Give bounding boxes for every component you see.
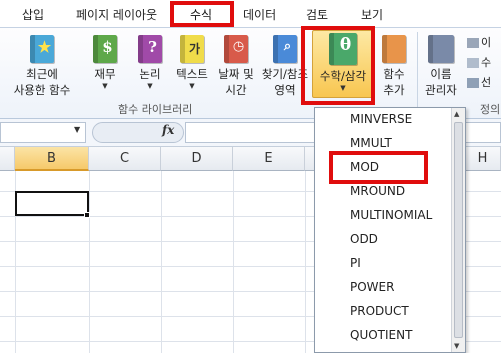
date-time-button[interactable]: ◷ 날짜 및 시간 — [214, 30, 258, 98]
logical-label: 논리 — [139, 67, 161, 81]
defined-names-group-label: 정의 — [480, 103, 501, 116]
create-from-selection-button[interactable]: 선 — [467, 74, 491, 90]
tab-insert[interactable]: 삽입 — [22, 6, 44, 23]
menu-item-pi[interactable]: PI — [350, 256, 361, 270]
book-star-icon: ★ — [30, 35, 54, 63]
menu-item-mmult[interactable]: MMULT — [350, 136, 392, 150]
menu-item-odd[interactable]: ODD — [350, 232, 378, 246]
menu-item-quotient[interactable]: QUOTIENT — [350, 328, 412, 342]
ribbon-tab-bar: 삽입 페이지 레이아웃 수식 데이터 검토 보기 — [0, 0, 501, 27]
math-trig-dropdown: MINVERSE MMULT MOD MROUND MULTINOMIAL OD… — [314, 107, 466, 353]
scroll-up-icon[interactable]: ▲ — [454, 110, 459, 118]
text-label: 텍스트 — [176, 67, 208, 81]
menu-item-mround[interactable]: MROUND — [350, 184, 405, 198]
insert-function-icon[interactable]: fx — [162, 123, 174, 137]
scroll-down-icon[interactable]: ▼ — [454, 342, 459, 350]
formula-icon — [467, 58, 479, 68]
recent-functions-label: 최근에 — [26, 67, 58, 81]
column-header-c[interactable]: C — [89, 147, 161, 171]
text-button[interactable]: 가 텍스트 ▼ — [172, 30, 212, 91]
ribbon-panel: ★ 최근에 사용한 함수 $ 재무 ▼ ? 논리 ▼ 가 텍스트 ▼ ◷ 날짜 … — [0, 27, 501, 119]
column-header-b[interactable]: B — [15, 147, 89, 171]
tab-view[interactable]: 보기 — [361, 6, 383, 23]
recent-functions-label2: 사용한 함수 — [13, 83, 71, 97]
logical-button[interactable]: ? 논리 ▼ — [130, 30, 170, 91]
menu-item-power[interactable]: POWER — [350, 280, 394, 294]
use-in-formula-label: 수 — [481, 56, 492, 69]
use-in-formula-button[interactable]: 수 — [467, 54, 491, 70]
recent-functions-button[interactable]: ★ 최근에 사용한 함수 — [8, 30, 76, 98]
selection-icon — [467, 78, 479, 88]
grid-line — [89, 171, 90, 353]
menu-item-minverse[interactable]: MINVERSE — [350, 112, 412, 126]
book-finance-icon: $ — [93, 35, 117, 63]
define-name-button[interactable]: 이 — [467, 34, 491, 50]
more-functions-label: 함수 — [383, 67, 405, 81]
define-name-icon — [467, 38, 479, 48]
select-all-corner[interactable] — [0, 147, 15, 171]
chevron-down-icon: ▼ — [189, 82, 195, 90]
menu-item-product[interactable]: PRODUCT — [350, 304, 409, 318]
book-more-icon — [382, 35, 406, 63]
create-from-selection-label: 선 — [481, 76, 492, 89]
tab-page-layout[interactable]: 페이지 레이아웃 — [76, 6, 157, 23]
book-datetime-icon: ◷ — [224, 35, 248, 63]
define-name-label: 이 — [481, 36, 492, 49]
scroll-thumb[interactable] — [454, 122, 463, 338]
chevron-down-icon[interactable]: ▼ — [74, 125, 80, 134]
column-header-d[interactable]: D — [161, 147, 233, 171]
book-text-icon: 가 — [180, 35, 204, 63]
date-time-label2: 시간 — [225, 83, 247, 97]
name-manager-icon — [428, 35, 454, 63]
grid-line — [233, 171, 234, 353]
tab-review[interactable]: 검토 — [306, 6, 328, 23]
financial-button[interactable]: $ 재무 ▼ — [85, 30, 125, 91]
financial-label: 재무 — [94, 67, 116, 81]
formulas-tab-highlight — [170, 1, 234, 27]
tab-data[interactable]: 데이터 — [243, 6, 276, 23]
name-manager-label2: 관리자 — [425, 83, 457, 97]
fill-handle[interactable] — [84, 212, 90, 218]
grid-line — [305, 171, 306, 353]
date-time-label: 날짜 및 — [218, 67, 254, 81]
name-manager-button[interactable]: 이름 관리자 — [418, 30, 464, 98]
active-cell[interactable] — [15, 191, 89, 216]
dropdown-scrollbar[interactable]: ▲ ▼ — [451, 108, 465, 352]
chevron-down-icon: ▼ — [147, 82, 153, 90]
book-logic-icon: ? — [138, 35, 162, 63]
menu-item-multinomial[interactable]: MULTINOMIAL — [350, 208, 432, 222]
mod-highlight-box — [329, 151, 428, 184]
chevron-down-icon: ▼ — [102, 82, 108, 90]
book-lookup-icon: ⌕ — [273, 35, 297, 63]
more-functions-label2: 추가 — [383, 83, 405, 97]
function-library-group-label: 함수 라이브러리 — [118, 103, 193, 116]
column-header-h[interactable]: H — [465, 147, 501, 171]
name-manager-label: 이름 — [430, 67, 452, 81]
grid-line — [161, 171, 162, 353]
more-functions-button[interactable]: 함수 추가 — [376, 30, 412, 98]
math-trig-highlight-box — [301, 26, 375, 105]
column-header-e[interactable]: E — [233, 147, 305, 171]
